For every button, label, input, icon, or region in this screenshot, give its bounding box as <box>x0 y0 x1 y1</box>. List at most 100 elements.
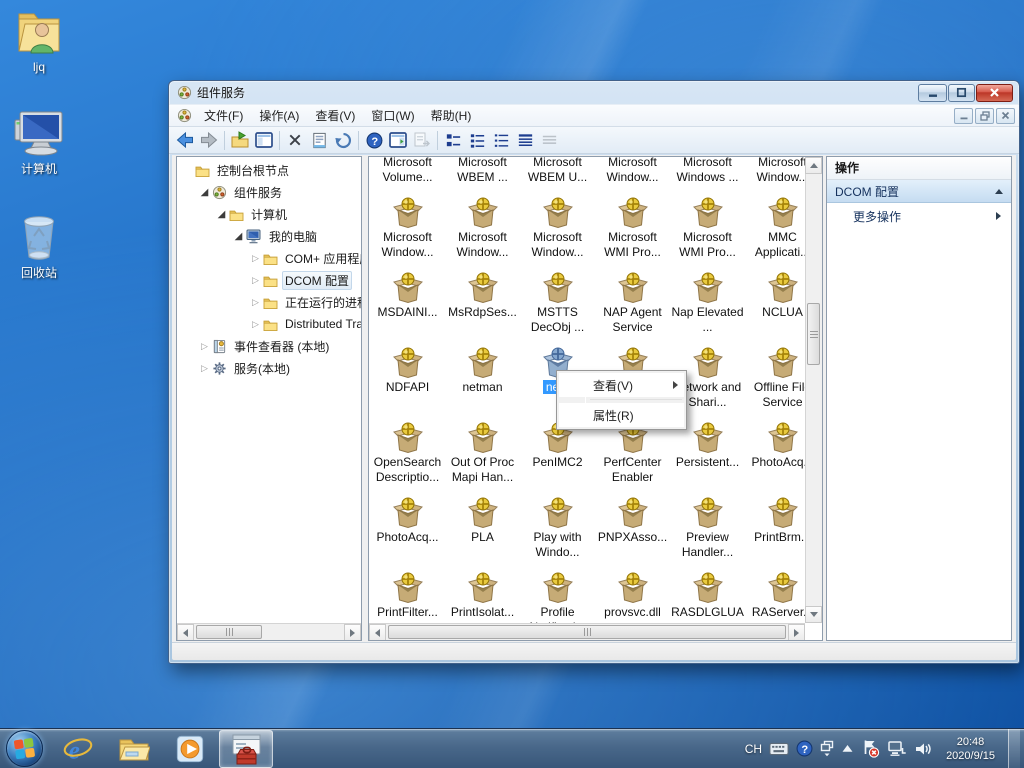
dcom-item-Microsoft-Window[interactable]: Microsoft Window... <box>445 194 520 269</box>
view-status-button[interactable] <box>537 129 561 152</box>
taskbar-component-services-button[interactable] <box>219 730 273 768</box>
collapsed-arrow-icon[interactable]: ▷ <box>198 363 211 374</box>
network-icon[interactable] <box>887 740 907 757</box>
child-close-button[interactable] <box>996 108 1015 124</box>
desktop-icon-recycle-bin[interactable]: 回收站 <box>0 212 78 281</box>
tree-horizontal-scrollbar[interactable] <box>177 623 361 640</box>
tree-item-Distributed-Tran[interactable]: ▷Distributed Tran <box>177 313 361 335</box>
dcom-item-Out-Of-Proc-Mapi-Han[interactable]: Out Of Proc Mapi Han... <box>445 419 520 494</box>
scrollbar-thumb[interactable] <box>388 625 786 639</box>
forward-button[interactable] <box>197 129 221 152</box>
more-actions-item[interactable]: 更多操作 <box>827 203 1011 229</box>
window-titlebar[interactable]: 组件服务 <box>169 81 1019 104</box>
collapsed-arrow-icon[interactable]: ▷ <box>249 275 262 286</box>
tree-item-正在运行的进程[interactable]: ▷正在运行的进程 <box>177 291 361 313</box>
start-button[interactable] <box>6 730 43 767</box>
dcom-item-PLA[interactable]: PLA <box>445 494 520 569</box>
collapsed-arrow-icon[interactable]: ▷ <box>249 297 262 308</box>
tree-item-计算机[interactable]: ◢计算机 <box>177 203 361 225</box>
back-button[interactable] <box>173 129 197 152</box>
menu-h[interactable]: 帮助(H) <box>423 107 480 125</box>
dcom-item-Play-with-Windo[interactable]: Play with Windo... <box>520 494 595 569</box>
menu-v[interactable]: 查看(V) <box>307 107 363 125</box>
view-details-button[interactable] <box>513 129 537 152</box>
close-button[interactable] <box>976 84 1013 102</box>
dcom-item-Nap-Elevated[interactable]: Nap Elevated ... <box>670 269 745 344</box>
tree-item-COM+-应用程序[interactable]: ▷COM+ 应用程序 <box>177 247 361 269</box>
tree-item-DCOM-配置[interactable]: ▷DCOM 配置 <box>177 269 361 291</box>
dcom-item-Microsoft-WBEM[interactable]: Microsoft WBEM ... <box>445 156 520 194</box>
dcom-item-Microsoft-WMI-Pro[interactable]: Microsoft WMI Pro... <box>595 194 670 269</box>
dcom-item-MSDAINI[interactable]: MSDAINI... <box>370 269 445 344</box>
dcom-item-PerfCenter-Enabler[interactable]: PerfCenter Enabler <box>595 419 670 494</box>
menu-a[interactable]: 操作(A) <box>251 107 307 125</box>
dcom-item-Microsoft-WMI-Pro[interactable]: Microsoft WMI Pro... <box>670 194 745 269</box>
list-vertical-scrollbar[interactable] <box>805 157 822 623</box>
scrollbar-thumb[interactable] <box>196 625 262 639</box>
dcom-item-PhotoAcq[interactable]: PhotoAcq... <box>370 494 445 569</box>
tree-item-事件查看器-(本地)[interactable]: ▷事件查看器 (本地) <box>177 335 361 357</box>
dcom-item-PNPXAsso[interactable]: PNPXAsso... <box>595 494 670 569</box>
dcom-item-Persistent[interactable]: Persistent... <box>670 419 745 494</box>
dcom-item-OpenSearch-Descriptio[interactable]: OpenSearch Descriptio... <box>370 419 445 494</box>
keyboard-icon[interactable] <box>769 742 789 756</box>
desktop-icon-user-folder[interactable]: ljq <box>0 8 78 74</box>
scrollbar-thumb[interactable] <box>807 303 820 365</box>
action-center-icon[interactable] <box>861 739 880 758</box>
view-list-button[interactable] <box>489 129 513 152</box>
menu-w[interactable]: 窗口(W) <box>363 107 422 125</box>
scroll-down-button[interactable] <box>805 606 822 623</box>
console-tree-toggle-button[interactable] <box>252 129 276 152</box>
child-restore-button[interactable] <box>975 108 994 124</box>
language-indicator[interactable]: CH <box>745 742 762 756</box>
help-icon[interactable]: ? <box>796 740 813 757</box>
scroll-right-button[interactable] <box>344 624 361 641</box>
context-menu-item-properties[interactable]: 属性(R) <box>559 403 684 427</box>
taskbar-ie-button[interactable]: e <box>51 730 105 768</box>
dcom-item-Microsoft-Window[interactable]: Microsoft Window... <box>370 194 445 269</box>
tree-item-控制台根节点[interactable]: 控制台根节点 <box>177 159 361 181</box>
view-small-icons-button[interactable] <box>465 129 489 152</box>
tree-item-我的电脑[interactable]: ◢我的电脑 <box>177 225 361 247</box>
taskbar-wmp-button[interactable] <box>163 730 217 768</box>
scroll-left-button[interactable] <box>177 624 194 641</box>
help-button[interactable]: ? <box>362 129 386 152</box>
volume-icon[interactable] <box>914 741 933 757</box>
minimize-button[interactable] <box>918 84 947 102</box>
delete-button[interactable] <box>283 129 307 152</box>
tree-item-服务(本地)[interactable]: ▷服务(本地) <box>177 357 361 379</box>
export-list-button[interactable] <box>410 129 434 152</box>
dcom-item-Microsoft-Window[interactable]: Microsoft Window... <box>520 194 595 269</box>
hidden-icons-icon[interactable] <box>841 743 854 754</box>
export-folder-button[interactable] <box>228 129 252 152</box>
scroll-left-button[interactable] <box>369 624 386 641</box>
child-minimize-button[interactable] <box>954 108 973 124</box>
scroll-up-button[interactable] <box>805 157 822 174</box>
tree-item-组件服务[interactable]: ◢组件服务 <box>177 181 361 203</box>
collapse-icon[interactable] <box>995 189 1003 194</box>
dcom-item-Microsoft-Windows[interactable]: Microsoft Windows ... <box>670 156 745 194</box>
maximize-button[interactable] <box>948 84 975 102</box>
properties-button[interactable] <box>307 129 331 152</box>
dcom-item-netman[interactable]: netman <box>445 344 520 419</box>
show-desktop-button[interactable] <box>1008 729 1020 768</box>
window-restore-icon[interactable] <box>820 740 834 757</box>
expanded-arrow-icon[interactable]: ◢ <box>232 231 245 242</box>
desktop-icon-computer[interactable]: 计算机 <box>0 108 78 177</box>
collapsed-arrow-icon[interactable]: ▷ <box>198 341 211 352</box>
expanded-arrow-icon[interactable]: ◢ <box>198 187 211 198</box>
taskbar-clock[interactable]: 20:48 2020/9/15 <box>946 735 995 763</box>
dcom-item-MSTTS-DecObj[interactable]: MSTTS DecObj ... <box>520 269 595 344</box>
collapsed-arrow-icon[interactable]: ▷ <box>249 319 262 330</box>
dcom-item-NDFAPI[interactable]: NDFAPI <box>370 344 445 419</box>
dcom-item-Microsoft-WBEM-U[interactable]: Microsoft WBEM U... <box>520 156 595 194</box>
refresh-button[interactable] <box>331 129 355 152</box>
action-group-dcom[interactable]: DCOM 配置 <box>827 180 1011 203</box>
context-menu-item-view[interactable]: 查看(V) <box>559 373 684 397</box>
list-horizontal-scrollbar[interactable] <box>369 623 805 640</box>
dcom-item-Microsoft-Window[interactable]: Microsoft Window... <box>595 156 670 194</box>
dcom-item-MsRdpSes[interactable]: MsRdpSes... <box>445 269 520 344</box>
view-large-icons-button[interactable] <box>441 129 465 152</box>
collapsed-arrow-icon[interactable]: ▷ <box>249 253 262 264</box>
dcom-item-NAP-Agent-Service[interactable]: NAP Agent Service <box>595 269 670 344</box>
